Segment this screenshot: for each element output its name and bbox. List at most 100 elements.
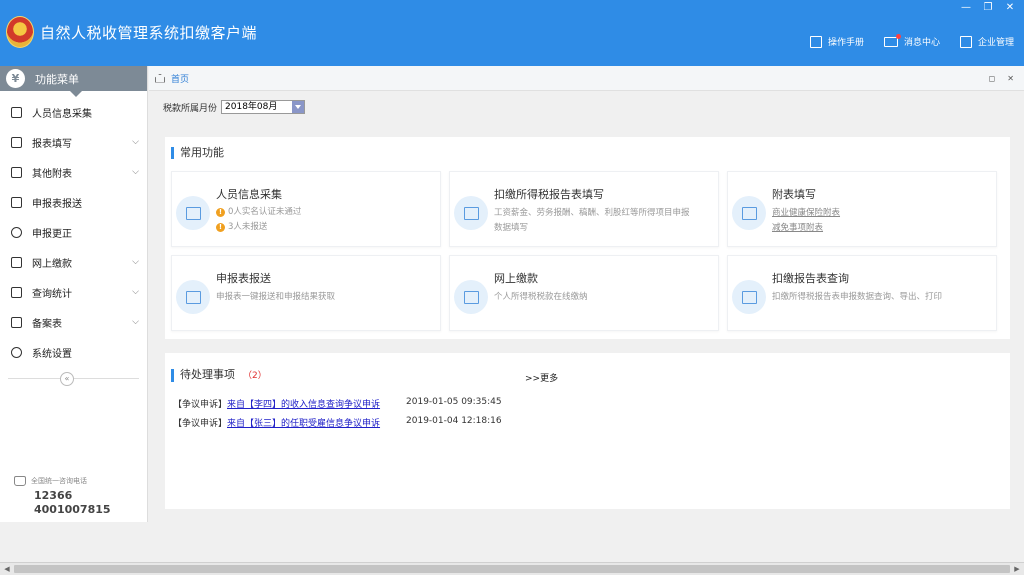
period-selector: 税款所属月份 2018年08月 <box>163 100 306 114</box>
sidebar-item-other-attachments[interactable]: 其他附表 ⌵ <box>0 157 147 187</box>
sidebar-item-label: 申报表报送 <box>32 198 82 210</box>
pending-count: （2） <box>243 371 267 381</box>
sidebar-item-report-send[interactable]: 申报表报送 <box>0 187 147 217</box>
item-date: 2019-01-05 09:35:45 <box>406 397 502 407</box>
card-line: 个人所得税税款在线缴纳 <box>494 292 588 302</box>
search-icon <box>11 226 22 238</box>
card-report-send[interactable]: 申报表报送 申报表一键报送和申报结果获取 <box>171 255 441 331</box>
period-value: 2018年08月 <box>225 102 278 112</box>
exemption-link[interactable]: 减免事项附表 <box>772 221 823 233</box>
sidebar-item-label: 备案表 <box>32 318 62 330</box>
sidebar-item-online-payment[interactable]: 网上缴款 ⌵ <box>0 247 147 277</box>
mail-icon <box>883 33 901 47</box>
card-title: 申报表报送 <box>216 272 271 285</box>
bottom-area <box>0 522 1024 562</box>
close-window-button[interactable]: ✕ <box>1004 2 1016 13</box>
more-link[interactable]: >>更多 <box>525 371 558 384</box>
message-center-label: 消息中心 <box>903 38 940 48</box>
card-line-text: 0人实名认证未通过 <box>228 207 302 217</box>
sidebar-item-filing[interactable]: 备案表 ⌵ <box>0 307 147 337</box>
item-tag: 【争议申诉】 <box>173 400 228 410</box>
grid-icon <box>11 166 22 178</box>
folder-icon <box>11 256 22 268</box>
pencil-icon <box>732 196 766 230</box>
scroll-left-icon[interactable]: ◀ <box>2 565 12 574</box>
tax-emblem-logo <box>6 16 34 48</box>
scroll-right-icon[interactable]: ▶ <box>1012 565 1022 574</box>
sidebar-item-label: 网上缴款 <box>32 258 72 270</box>
card-line: ! 3人未报送 <box>216 220 267 232</box>
scrollbar-thumb[interactable] <box>14 565 1010 573</box>
payment-card-icon <box>454 280 488 314</box>
hotline-label-row: 全国统一咨询电话 <box>14 476 111 486</box>
minimize-button[interactable]: — <box>960 2 972 13</box>
sidebar-header: ¥ 功能菜单 <box>0 66 147 97</box>
yen-icon: ¥ <box>6 69 25 88</box>
restore-tab-button[interactable]: ◻ <box>989 74 996 83</box>
sidebar-item-label: 查询统计 <box>32 288 72 300</box>
card-online-payment[interactable]: 网上缴款 个人所得税税款在线缴纳 <box>449 255 719 331</box>
manual-icon <box>809 35 822 48</box>
breadcrumb-home[interactable]: 首页 <box>171 72 189 85</box>
card-line: ! 0人实名认证未通过 <box>216 205 301 217</box>
sidebar-item-label: 人员信息采集 <box>32 108 92 120</box>
hotline-number: 4001007815 <box>34 503 111 516</box>
report-send-icon <box>11 196 22 208</box>
period-select[interactable]: 2018年08月 <box>221 100 306 114</box>
sidebar-item-label: 申报更正 <box>32 228 72 240</box>
maximize-button[interactable]: ❐ <box>982 2 994 13</box>
sidebar-item-label: 报表填写 <box>32 138 72 150</box>
card-title: 扣缴报告表查询 <box>772 272 849 285</box>
title-bar: 自然人税收管理系统扣缴客户端 — ❐ ✕ 操作手册 消息中心 企业管理 <box>0 0 1024 66</box>
sidebar-header-label: 功能菜单 <box>35 72 79 86</box>
enterprise-management-link[interactable]: 企业管理 <box>959 35 1014 48</box>
collapse-sidebar-button[interactable]: « <box>60 372 74 386</box>
card-attachment-fill[interactable]: 附表填写 商业健康保险附表 减免事项附表 <box>727 171 997 247</box>
sidebar-item-person-info[interactable]: 人员信息采集 <box>0 97 147 127</box>
sidebar: ¥ 功能菜单 人员信息采集 报表填写 ⌵ 其他附表 ⌵ 申报表报送 申报更正 网… <box>0 66 148 522</box>
pending-items-panel: 待处理事项 （2） >>更多 【争议申诉】 来自【李四】的收入信息查询争议申诉 2… <box>165 353 1010 509</box>
card-report-query[interactable]: 扣缴报告表查询 扣缴所得税报告表申报数据查询、导出、打印 <box>727 255 997 331</box>
sidebar-item-report-correction[interactable]: 申报更正 <box>0 217 147 247</box>
sidebar-item-label: 系统设置 <box>32 348 72 360</box>
dropdown-arrow-icon[interactable] <box>292 101 305 113</box>
item-date: 2019-01-04 12:18:16 <box>406 416 502 426</box>
chevron-down-icon: ⌵ <box>132 137 139 147</box>
sidebar-item-label: 其他附表 <box>32 168 72 180</box>
card-title: 扣缴所得税报告表填写 <box>494 188 604 201</box>
phone-icon <box>14 476 26 486</box>
card-person-info[interactable]: 人员信息采集 ! 0人实名认证未通过 ! 3人未报送 <box>171 171 441 247</box>
pending-title: 待处理事项 （2） <box>171 369 267 382</box>
chevron-down-icon: ⌵ <box>132 287 139 297</box>
sidebar-item-report-fill[interactable]: 报表填写 ⌵ <box>0 127 147 157</box>
horizontal-scrollbar[interactable]: ◀ ▶ <box>0 562 1024 575</box>
manual-label: 操作手册 <box>827 38 864 48</box>
query-icon <box>11 286 22 298</box>
chevron-down-icon: ⌵ <box>132 257 139 267</box>
message-center-link[interactable]: 消息中心 <box>883 33 940 48</box>
health-insurance-link[interactable]: 商业健康保险附表 <box>772 206 840 218</box>
sidebar-item-settings[interactable]: 系统设置 <box>0 337 147 367</box>
item-link[interactable]: 来自【张三】的任职受雇信息争议申诉 <box>227 416 380 429</box>
main-content: 税款所属月份 2018年08月 常用功能 人员信息采集 ! 0人实名认证未通过 !… <box>149 91 1024 522</box>
id-card-icon <box>176 196 210 230</box>
card-title: 附表填写 <box>772 188 816 201</box>
building-icon <box>959 35 972 48</box>
list-item: 【争议申诉】 来自【李四】的收入信息查询争议申诉 2019-01-05 09:3… <box>173 397 502 410</box>
hotline-number: 12366 <box>34 489 73 502</box>
hotline: 全国统一咨询电话 12366 4001007815 <box>14 476 111 517</box>
manual-link[interactable]: 操作手册 <box>809 35 864 48</box>
card-line: 扣缴所得税报告表申报数据查询、导出、打印 <box>772 292 943 302</box>
check-document-icon <box>732 280 766 314</box>
tab-controls: ◻ ✕ <box>989 74 1014 83</box>
pending-title-label: 待处理事项 <box>180 368 235 381</box>
sidebar-item-query-stats[interactable]: 查询统计 ⌵ <box>0 277 147 307</box>
report-form-icon <box>454 196 488 230</box>
warning-icon: ! <box>216 208 225 217</box>
section-title: 常用功能 <box>171 147 224 159</box>
chevron-down-icon: ⌵ <box>132 317 139 327</box>
card-line-text: 3人未报送 <box>228 222 268 232</box>
card-withholding-report[interactable]: 扣缴所得税报告表填写 工资薪金、劳务报酬、稿酬、利股红等所得项目申报 数据填写 <box>449 171 719 247</box>
item-link[interactable]: 来自【李四】的收入信息查询争议申诉 <box>227 397 380 410</box>
close-tab-button[interactable]: ✕ <box>1007 74 1014 83</box>
